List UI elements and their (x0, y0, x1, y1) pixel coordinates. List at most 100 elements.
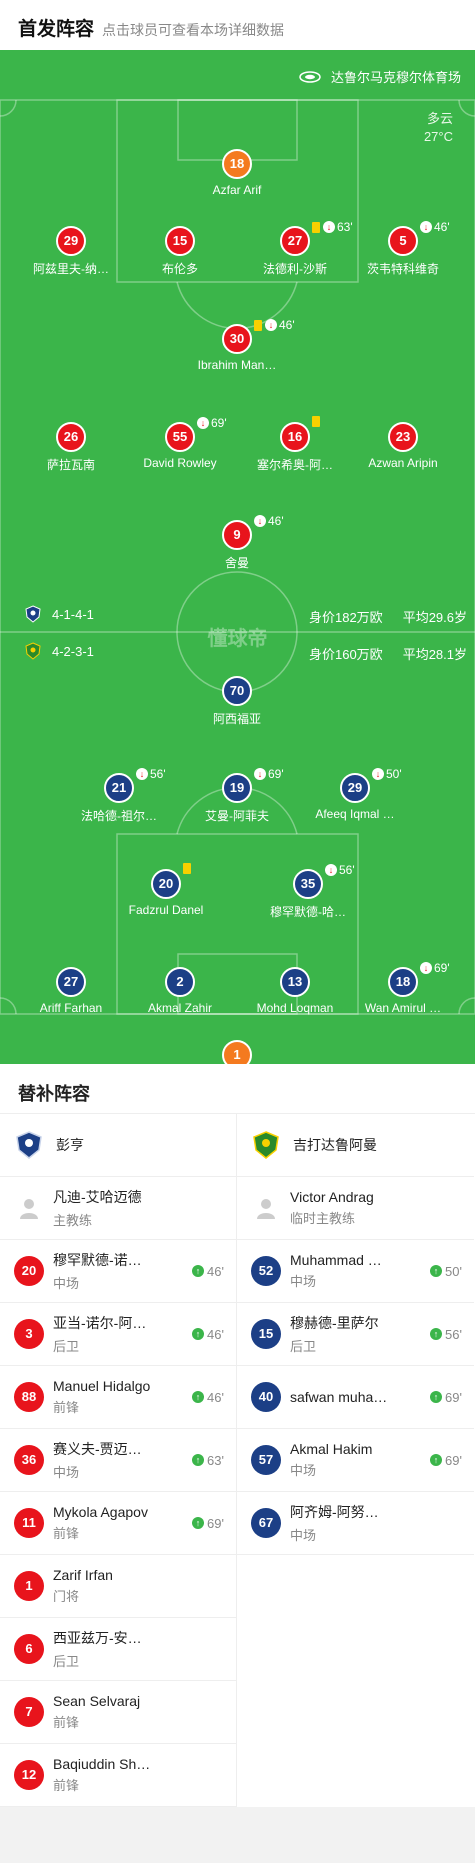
player-away[interactable]: 29 ↓ 50' Afeeq Iqmal … (290, 767, 420, 821)
sub-player-position: 前锋 (53, 1715, 80, 1730)
sub-out-time: 69' (211, 416, 227, 430)
sub-player-number: 36 (14, 1445, 44, 1475)
sub-in-time: 46' (207, 1326, 224, 1342)
player-name: Afeeq Iqmal … (315, 807, 395, 821)
pitch: 达鲁尔马克穆尔体育场 多云 27°C 懂球帝 4-1-4-1 身价182万欧 平均… (0, 50, 475, 1064)
sub-player-number: 52 (251, 1256, 281, 1286)
sub-player-name: safwan muha… (290, 1389, 388, 1405)
lineup-header: 首发阵容 点击球员可查看本场详细数据 (0, 0, 475, 50)
sub-out-icon: ↓ (197, 417, 209, 429)
home-team-crest-icon (16, 1131, 42, 1159)
sub-player-row[interactable]: 15 穆赫德-里萨尔 后卫 ↑ 56' (237, 1303, 474, 1366)
sub-player-row[interactable]: 3 亚当-诺尔-阿… 后卫 ↑ 46' (0, 1303, 236, 1366)
player-home[interactable]: 23 Azwan Aripin (338, 422, 468, 470)
player-away[interactable]: 19 ↓ 69' 艾曼-阿菲夫 (172, 767, 302, 824)
sub-player-number: 11 (14, 1508, 44, 1538)
player-home[interactable]: 18 Azfar Arif (172, 149, 302, 197)
home-team-value: 身价182万欧 (308, 610, 383, 625)
sub-player-row[interactable]: 1 Zarif Irfan 门将 (0, 1555, 236, 1618)
sub-out-time: 46' (279, 318, 295, 332)
sub-player-name: 西亚兹万-安… (53, 1630, 142, 1646)
player-away[interactable]: 35 ↓ 56' 穆罕默德-哈… (243, 863, 373, 920)
player-home[interactable]: 55 ↓ 69' David Rowley (115, 416, 245, 470)
player-home[interactable]: 9 ↓ 46' 舍曼 (172, 514, 302, 571)
player-away[interactable]: 70 阿西福亚 (172, 676, 302, 727)
sub-in-icon: ↑ (430, 1454, 443, 1466)
sub-player-row[interactable]: 7 Sean Selvaraj 前锋 (0, 1681, 236, 1744)
sub-in-icon: ↑ (430, 1391, 443, 1403)
player-away[interactable]: 20 Fadzrul Danel (101, 863, 231, 917)
player-home[interactable]: 30 ↓ 46' Ibrahim Man… (172, 318, 302, 372)
sub-player-name: 亚当-诺尔-阿… (53, 1315, 147, 1331)
yellow-card-icon (254, 319, 262, 331)
sub-player-position: 前锋 (53, 1526, 80, 1541)
player-number: 21 (104, 773, 134, 803)
sub-player-number: 40 (251, 1382, 281, 1412)
player-home[interactable]: 5 ↓ 46' 茨韦特科维奇 (338, 220, 468, 277)
sub-player-row[interactable]: 57 Akmal Hakim 中场 ↑ 69' (237, 1429, 474, 1492)
player-name: 布伦多 (161, 262, 198, 276)
player-number: 26 (56, 422, 86, 452)
sub-out-time: 50' (386, 767, 402, 781)
sub-player-name: Muhammad … (290, 1252, 382, 1268)
player-name: 艾曼-阿菲夫 (205, 809, 269, 823)
away-subs-column: 吉打达鲁阿曼 Victor Andrag 临时主教练 52 Muhammad … 中… (237, 1114, 474, 1807)
yellow-card-icon (312, 416, 320, 427)
home-coach-row[interactable]: 凡迪-艾哈迈德 主教练 (0, 1177, 236, 1240)
sub-player-position: 后卫 (290, 1339, 317, 1354)
away-team-crest-icon (25, 642, 41, 660)
page-subtitle: 点击球员可查看本场详细数据 (102, 22, 285, 38)
away-coach-row[interactable]: Victor Andrag 临时主教练 (237, 1177, 474, 1240)
sub-player-row[interactable]: 52 Muhammad … 中场 ↑ 50' (237, 1240, 474, 1303)
sub-in-time: 69' (445, 1452, 462, 1468)
sub-player-row[interactable]: 12 Baqiuddin Sh… 前锋 (0, 1744, 236, 1807)
sub-player-name: 阿齐姆-阿努… (290, 1504, 379, 1520)
player-number: 29 (56, 226, 86, 256)
sub-player-row[interactable]: 40 safwan muha… ↑ 69' (237, 1366, 474, 1429)
sub-player-position: 中场 (290, 1274, 317, 1289)
player-number: 18 (388, 967, 418, 997)
player-away[interactable]: 21 ↓ 56' 法哈德-祖尔… (54, 767, 184, 824)
player-name: 舍曼 (224, 556, 249, 570)
sub-player-name: Zarif Irfan (53, 1567, 113, 1583)
away-coach-name: Victor Andrag (290, 1189, 374, 1205)
sub-player-name: Sean Selvaraj (53, 1693, 141, 1709)
player-name: Fadzrul Danel (128, 903, 204, 917)
sub-player-number: 1 (14, 1571, 44, 1601)
player-number: 15 (165, 226, 195, 256)
player-name: Ibrahim Man… (197, 358, 277, 372)
player-number: 23 (388, 422, 418, 452)
home-team-stats: 身价182万欧 平均29.6岁 (289, 607, 467, 626)
player-away[interactable]: 2 Akmal Zahir (115, 967, 245, 1015)
away-formation: 4-2-3-1 (24, 642, 94, 660)
away-coach-role: 临时主教练 (290, 1211, 356, 1226)
sub-player-row[interactable]: 6 西亚兹万-安… 后卫 (0, 1618, 236, 1681)
sub-player-position: 后卫 (53, 1654, 80, 1669)
sub-out-icon: ↓ (323, 221, 335, 233)
home-team-age: 平均29.6岁 (402, 610, 467, 625)
sub-player-row[interactable]: 11 Mykola Agapov 前锋 ↑ 69' (0, 1492, 236, 1555)
sub-out-icon: ↓ (136, 768, 148, 780)
sub-out-time: 56' (339, 863, 355, 877)
player-home[interactable]: 15 布伦多 (115, 226, 245, 277)
sub-player-number: 15 (251, 1319, 281, 1349)
sub-player-row[interactable]: 67 阿齐姆-阿努… 中场 (237, 1492, 474, 1555)
sub-player-number: 12 (14, 1760, 44, 1790)
home-coach-name: 凡迪-艾哈迈德 (53, 1189, 142, 1205)
sub-player-number: 88 (14, 1382, 44, 1412)
sub-player-position: 前锋 (53, 1400, 80, 1415)
sub-player-row[interactable]: 36 赛义夫-贾迈… 中场 ↑ 63' (0, 1429, 236, 1492)
sub-player-position: 中场 (53, 1465, 80, 1480)
player-number: 9 (222, 520, 252, 550)
sub-player-number: 20 (14, 1256, 44, 1286)
home-team-header[interactable]: 彭亨 (0, 1114, 236, 1177)
sub-out-icon: ↓ (420, 221, 432, 233)
sub-player-name: Manuel Hidalgo (53, 1378, 151, 1394)
away-team-header[interactable]: 吉打达鲁阿曼 (237, 1114, 474, 1177)
sub-player-row[interactable]: 88 Manuel Hidalgo 前锋 ↑ 46' (0, 1366, 236, 1429)
player-away[interactable]: 18 ↓ 69' Wan Amirul … (338, 961, 468, 1015)
sub-player-row[interactable]: 20 穆罕默德-诺… 中场 ↑ 46' (0, 1240, 236, 1303)
player-away[interactable]: 1伊弗瓦特-阿… (172, 1040, 302, 1064)
away-team-age: 平均28.1岁 (402, 647, 467, 662)
sub-player-name: 穆赫德-里萨尔 (290, 1315, 379, 1331)
